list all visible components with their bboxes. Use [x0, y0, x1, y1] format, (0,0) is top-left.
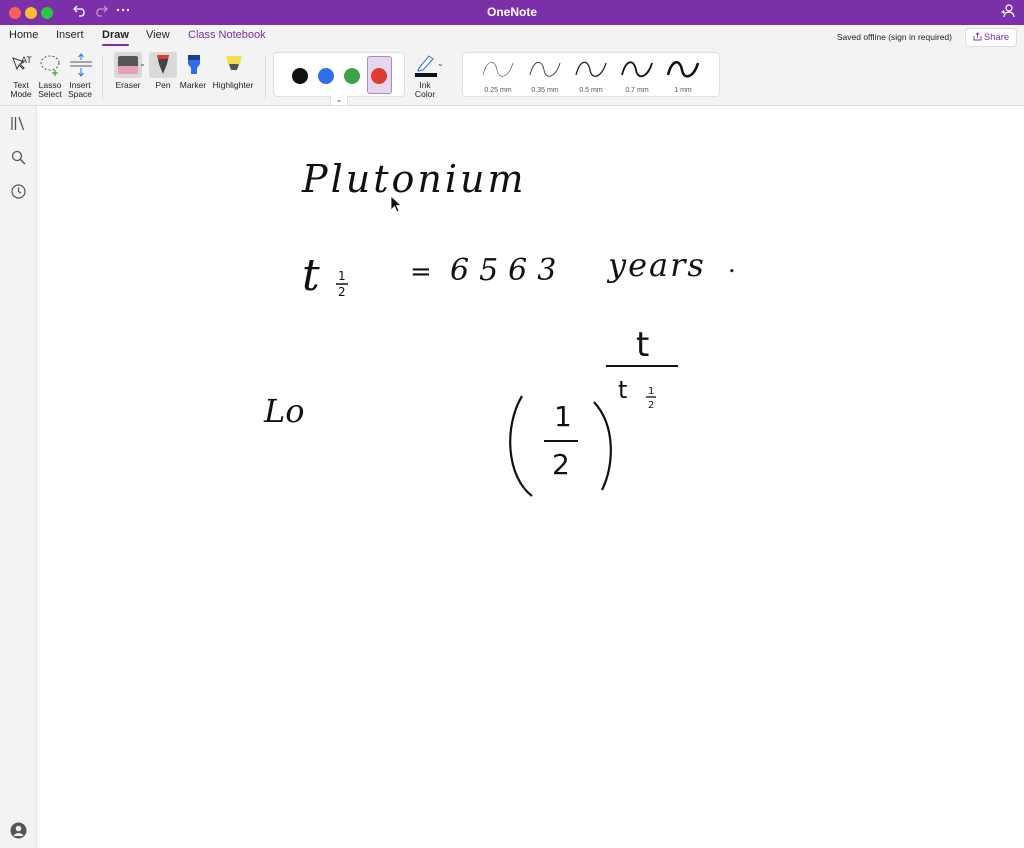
- tab-draw[interactable]: Draw: [102, 29, 129, 46]
- insert-space-label-2: Space: [67, 89, 93, 99]
- handwritten-word: Plutonium: [301, 157, 526, 201]
- onenote-window: OneNote Home Insert Draw View Class Note…: [0, 0, 1024, 848]
- marker-button[interactable]: Marker: [178, 52, 208, 90]
- thickness-option[interactable]: 0.35 mm: [522, 57, 568, 94]
- text-mode-label-2: Mode: [10, 89, 32, 99]
- thickness-option[interactable]: 0.5 mm: [568, 57, 614, 94]
- left-parenthesis: [509, 395, 533, 497]
- recent-icon[interactable]: [10, 183, 27, 200]
- right-parenthesis: [593, 401, 612, 491]
- svg-text:AT: AT: [21, 55, 32, 65]
- exponent-sub-numerator: 1: [648, 386, 654, 397]
- ink-color-dropdown-icon[interactable]: ⌄: [437, 59, 444, 68]
- ink-color-label-2: Color: [414, 89, 436, 99]
- tab-home[interactable]: Home: [9, 29, 38, 41]
- pen-button[interactable]: Pen: [149, 52, 177, 90]
- marker-label: Marker: [179, 80, 207, 90]
- eraser-icon: [114, 52, 142, 78]
- insert-space-icon: [68, 52, 92, 78]
- thickness-label: 0.25 mm: [484, 87, 512, 94]
- thickness-option[interactable]: 0.7 mm: [614, 57, 660, 94]
- tab-view[interactable]: View: [146, 29, 170, 41]
- ink-layer: Plutonium t 1 2 = 6563 years . Lo 1 2 t …: [263, 157, 736, 497]
- ribbon-tabs: Home Insert Draw View Class Notebook Sav…: [0, 25, 1024, 49]
- insert-space-button[interactable]: Insert Space: [66, 52, 94, 99]
- pen-label: Pen: [155, 80, 171, 90]
- note-canvas[interactable]: Plutonium t 1 2 = 6563 years . Lo 1 2 t …: [38, 106, 1024, 848]
- ink-color-icon: [413, 52, 437, 78]
- save-status-text: Saved offline (sign in required): [836, 32, 952, 42]
- eraser-label: Eraser: [115, 80, 141, 90]
- tab-insert[interactable]: Insert: [56, 29, 84, 41]
- thickness-label: 1 mm: [674, 87, 692, 94]
- thickness-option[interactable]: 1 mm: [660, 57, 706, 94]
- subscript-numerator: 1: [338, 269, 346, 283]
- half-life-symbol: t: [302, 250, 320, 301]
- search-icon[interactable]: [10, 149, 27, 166]
- text-mode-button[interactable]: AT Text Mode: [7, 52, 35, 99]
- share-icon: [973, 32, 982, 41]
- lasso-select-button[interactable]: Lasso Select: [36, 52, 64, 99]
- color-swatch-red[interactable]: [371, 68, 387, 84]
- thickness-label: 0.7 mm: [625, 87, 649, 94]
- thickness-label: 0.35 mm: [531, 87, 559, 94]
- title-bar: OneNote: [0, 0, 1024, 25]
- period: .: [728, 250, 736, 278]
- exponent-denominator: t: [618, 376, 627, 404]
- fraction-denominator: 2: [552, 448, 570, 481]
- subscript-denominator: 2: [338, 285, 346, 299]
- handwritten-prefix: Lo: [263, 392, 305, 430]
- color-swatch-green[interactable]: [344, 68, 360, 84]
- exponent-sub-denominator: 2: [648, 400, 654, 411]
- share-button[interactable]: Share: [965, 28, 1017, 47]
- expand-palette-button[interactable]: ⌄: [330, 96, 348, 106]
- share-label: Share: [983, 32, 1010, 43]
- eraser-dropdown-icon[interactable]: ⌄: [139, 59, 146, 68]
- unit-word: years: [606, 246, 706, 284]
- color-swatch-black[interactable]: [292, 68, 308, 84]
- color-swatch-blue[interactable]: [318, 68, 334, 84]
- text-mode-icon: AT: [9, 52, 33, 78]
- thickness-palette: 0.25 mm 0.35 mm 0.5 mm 0.7 mm 1 mm: [462, 52, 720, 97]
- eraser-button[interactable]: Eraser: [110, 52, 146, 90]
- app-title: OneNote: [486, 5, 537, 19]
- fraction-numerator: 1: [554, 400, 572, 433]
- highlighter-label: Highlighter: [212, 80, 254, 90]
- highlighter-button[interactable]: Highlighter: [210, 52, 256, 90]
- lasso-select-icon: [38, 52, 62, 78]
- lasso-select-label-2: Select: [38, 89, 62, 99]
- equals-sign: =: [410, 257, 432, 287]
- account-icon[interactable]: [10, 822, 27, 839]
- ribbon-separator: [265, 55, 266, 99]
- thickness-option[interactable]: 0.25 mm: [475, 57, 521, 94]
- exponent-numerator: t: [636, 325, 649, 365]
- notebooks-icon[interactable]: [10, 115, 27, 132]
- account-switch-icon[interactable]: [1000, 3, 1015, 23]
- color-palette: [273, 52, 405, 97]
- half-life-value: 6563: [450, 253, 566, 288]
- tab-class-notebook[interactable]: Class Notebook: [188, 29, 266, 41]
- draw-ribbon: AT Text Mode Lasso Select Insert Space E…: [0, 49, 1024, 106]
- marker-icon: [181, 52, 205, 78]
- left-navigation-rail: [0, 106, 37, 848]
- highlighter-icon: [221, 52, 245, 78]
- ribbon-separator: [102, 55, 103, 99]
- pen-icon: [149, 52, 177, 78]
- thickness-label: 0.5 mm: [579, 87, 603, 94]
